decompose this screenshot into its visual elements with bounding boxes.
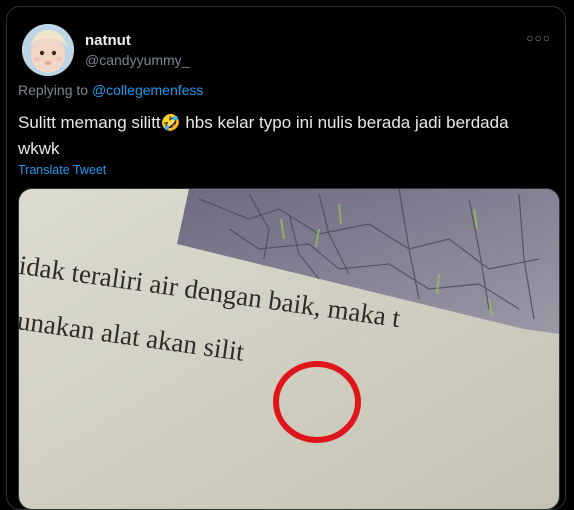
tweet-photo[interactable]: tidak teralirі air dengan baik, maka t g… — [18, 188, 560, 510]
avatar[interactable] — [22, 24, 74, 76]
translate-tweet-link[interactable]: Translate Tweet — [18, 163, 106, 177]
reply-mention-link[interactable]: @collegemenfess — [92, 82, 204, 98]
ellipsis-icon[interactable]: ○○○ — [526, 31, 551, 45]
user-handle[interactable]: @candyyummy_ — [85, 52, 189, 68]
replying-to: Replying to @collegemenfess — [18, 82, 203, 98]
rolling-on-floor-laughing-emoji: 🤣 — [160, 115, 181, 132]
display-name[interactable]: natnut — [85, 32, 131, 49]
tweet-text: Sulitt memang silitt🤣 hbs kelar typo ini… — [18, 110, 538, 161]
reply-prefix: Replying to — [18, 82, 89, 98]
tweet-text-part-1: Sulitt memang silitt — [18, 113, 161, 132]
tweet-card: natnut @candyyummy_ ○○○ Replying to @col… — [6, 6, 566, 510]
